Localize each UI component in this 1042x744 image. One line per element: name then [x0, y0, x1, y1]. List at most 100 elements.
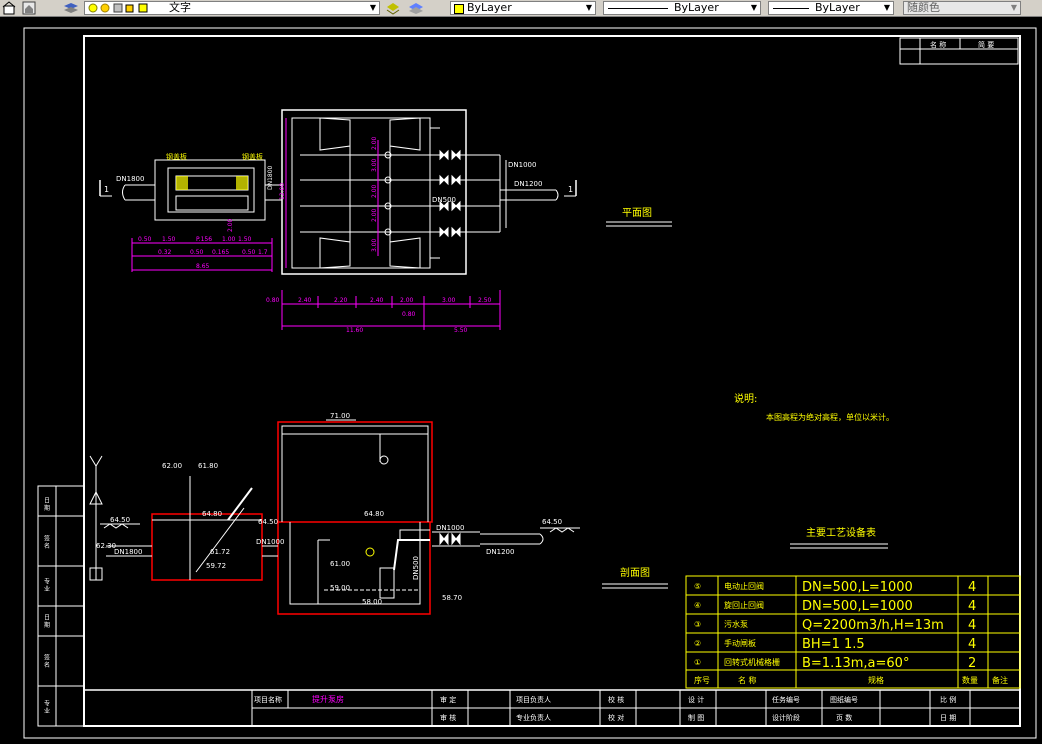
elev-label: 64.80	[202, 510, 222, 518]
dim-text: 5.50	[454, 327, 468, 334]
header-no: 序号	[694, 675, 710, 685]
row-no: ①	[694, 658, 701, 667]
color-value: ByLayer	[467, 1, 512, 14]
elev-label: 64.50	[110, 516, 130, 524]
bulb-icon	[88, 3, 98, 13]
dim-text: 0.80	[402, 311, 416, 318]
title-block[interactable]: 项目名称 审 定 审 核 项目负责人 专业负责人 校 核 校 对 设 计 制 图…	[83, 689, 1021, 727]
layer-name: 文字	[169, 1, 191, 14]
row-spec: Q=2200m3/h,H=13m	[802, 618, 944, 633]
dim-text: 3.00	[371, 158, 378, 172]
tb-check: 校 核	[608, 695, 624, 704]
dim-text: 1.50	[238, 236, 252, 243]
color-combo[interactable]: ByLayer ▼	[450, 1, 596, 15]
project-label: 项目名称	[254, 695, 282, 704]
pipe-label: DN1800	[114, 548, 142, 556]
dim-text: 8.65	[196, 263, 210, 270]
label-dn500: DN500	[432, 196, 456, 204]
row-no: ⑤	[694, 582, 701, 591]
dim-text: 12.00	[279, 183, 286, 200]
plotstyle-value: 随颜色	[907, 1, 940, 14]
elev-label: 64.80	[364, 510, 384, 518]
linetype-combo[interactable]: ByLayer ▼	[603, 1, 761, 15]
tb-drawing-no: 图纸编号	[830, 695, 858, 704]
row-name: 污水泵	[724, 619, 748, 629]
layer-manager-icon[interactable]	[2, 1, 16, 15]
tb-spec-leader: 专业负责人	[516, 713, 551, 722]
row-name: 电动止回阀	[724, 581, 764, 591]
dim-text: 0.50	[190, 249, 204, 256]
dim-text: 3.00	[371, 238, 378, 252]
elev-label: 61.80	[198, 462, 218, 470]
drawing-canvas[interactable]: 名 称 简 要 日 期 签 名 专 业 日 期 签 名 专 业 1 1 钢盖板 …	[0, 17, 1042, 744]
dim-text: 11.60	[346, 327, 363, 334]
elev-label: 59.00	[330, 584, 350, 592]
revision-table: 名 称 简 要	[899, 37, 1019, 65]
notes-text: 本图高程为绝对高程，单位以米计。	[766, 412, 894, 422]
row-qty: 4	[968, 618, 976, 633]
layer-previous-icon[interactable]	[386, 1, 400, 15]
dim-text: P.156	[196, 236, 212, 243]
row-no: ②	[694, 639, 701, 648]
chevron-down-icon[interactable]: ▼	[882, 3, 892, 13]
equipment-title: 主要工艺设备表	[806, 526, 876, 539]
layer-freeze-icon	[113, 3, 123, 13]
label-dn1200: DN1200	[514, 180, 542, 188]
tb-date: 日 期	[940, 714, 956, 722]
elev-label: 61.00	[330, 560, 350, 568]
row-qty: 2	[968, 656, 976, 671]
linetype-sample	[608, 8, 668, 9]
chevron-down-icon[interactable]: ▼	[1009, 3, 1019, 13]
left-signature-strip: 日 期 签 名 专 业 日 期 签 名 专 业	[37, 485, 85, 727]
header-name: 名 称	[738, 675, 757, 685]
chevron-down-icon[interactable]: ▼	[749, 3, 759, 13]
plotstyle-combo[interactable]: 随颜色 ▼	[903, 1, 1021, 15]
pipe-label: DN1000	[436, 524, 464, 532]
color-swatch-icon	[454, 4, 464, 14]
dim-text: 2.40	[298, 297, 312, 304]
elev-label: 61.72	[210, 548, 230, 556]
tb-audit: 审 核	[440, 713, 456, 722]
row-spec: DN=500,L=1000	[802, 580, 913, 595]
label-dn1800-vertical: DN1800	[267, 165, 274, 190]
dim-text: 0.50	[138, 236, 152, 243]
section-view[interactable]: 71.00 62.00 61.80 64.50 62.30 64.80 64.5…	[89, 412, 668, 615]
section-title: 剖面图	[620, 566, 650, 579]
header-note: 备注	[992, 675, 1008, 685]
dim-text: 2.00	[400, 297, 414, 304]
equipment-table[interactable]: 主要工艺设备表 ⑤ 电动止回阀 ④ 旋回止回阀 ③ 污水泵 ② 手动闸板 ① 回…	[685, 526, 1021, 689]
dim-text: 2.00	[371, 184, 378, 198]
match-layer-icon[interactable]	[408, 1, 423, 15]
tb-scale: 比 例	[940, 695, 956, 704]
elev-roof: 71.00	[330, 412, 350, 420]
linetype-value: ByLayer	[674, 1, 719, 14]
dim-text: 0.80	[266, 297, 280, 304]
lineweight-sample	[773, 8, 809, 9]
home-icon[interactable]	[22, 1, 36, 15]
dim-text: 2.40	[370, 297, 384, 304]
label-steel-plate-left: 钢盖板	[166, 152, 187, 161]
strip-label: 签 名	[43, 534, 50, 550]
chevron-down-icon[interactable]: ▼	[368, 3, 378, 13]
layer-stack-icon[interactable]	[63, 1, 78, 15]
lineweight-combo[interactable]: ByLayer ▼	[768, 1, 894, 15]
tb-task-no: 任务编号	[772, 695, 800, 704]
row-no: ④	[694, 601, 701, 610]
chevron-down-icon[interactable]: ▼	[584, 3, 594, 13]
row-qty: 4	[968, 637, 976, 652]
lock-icon	[125, 4, 134, 13]
dim-text: 1.00	[222, 236, 236, 243]
notes-title: 说明:	[734, 392, 757, 405]
layer-combo[interactable]: 文字 ▼	[84, 1, 380, 15]
properties-toolbar: 文字 ▼ ByLayer ▼ ByLayer ▼ ByLayer ▼ 随颜色 ▼	[0, 0, 1042, 17]
plan-view[interactable]: 1 1 钢盖板 钢盖板 DN1800 DN1000 DN1200 DN500 D…	[99, 109, 672, 334]
label-dn1800: DN1800	[116, 175, 144, 183]
row-qty: 4	[968, 599, 976, 614]
notes: 说明: 本图高程为绝对高程，单位以米计。	[734, 392, 894, 422]
elev-label: 58.70	[442, 594, 462, 602]
tb-design-stage: 设计阶段	[772, 713, 800, 722]
dim-text: 2.00	[227, 218, 234, 232]
dim-text: 2.00	[371, 136, 378, 150]
header-spec: 规格	[868, 675, 884, 685]
strip-label: 专 业	[43, 699, 50, 714]
